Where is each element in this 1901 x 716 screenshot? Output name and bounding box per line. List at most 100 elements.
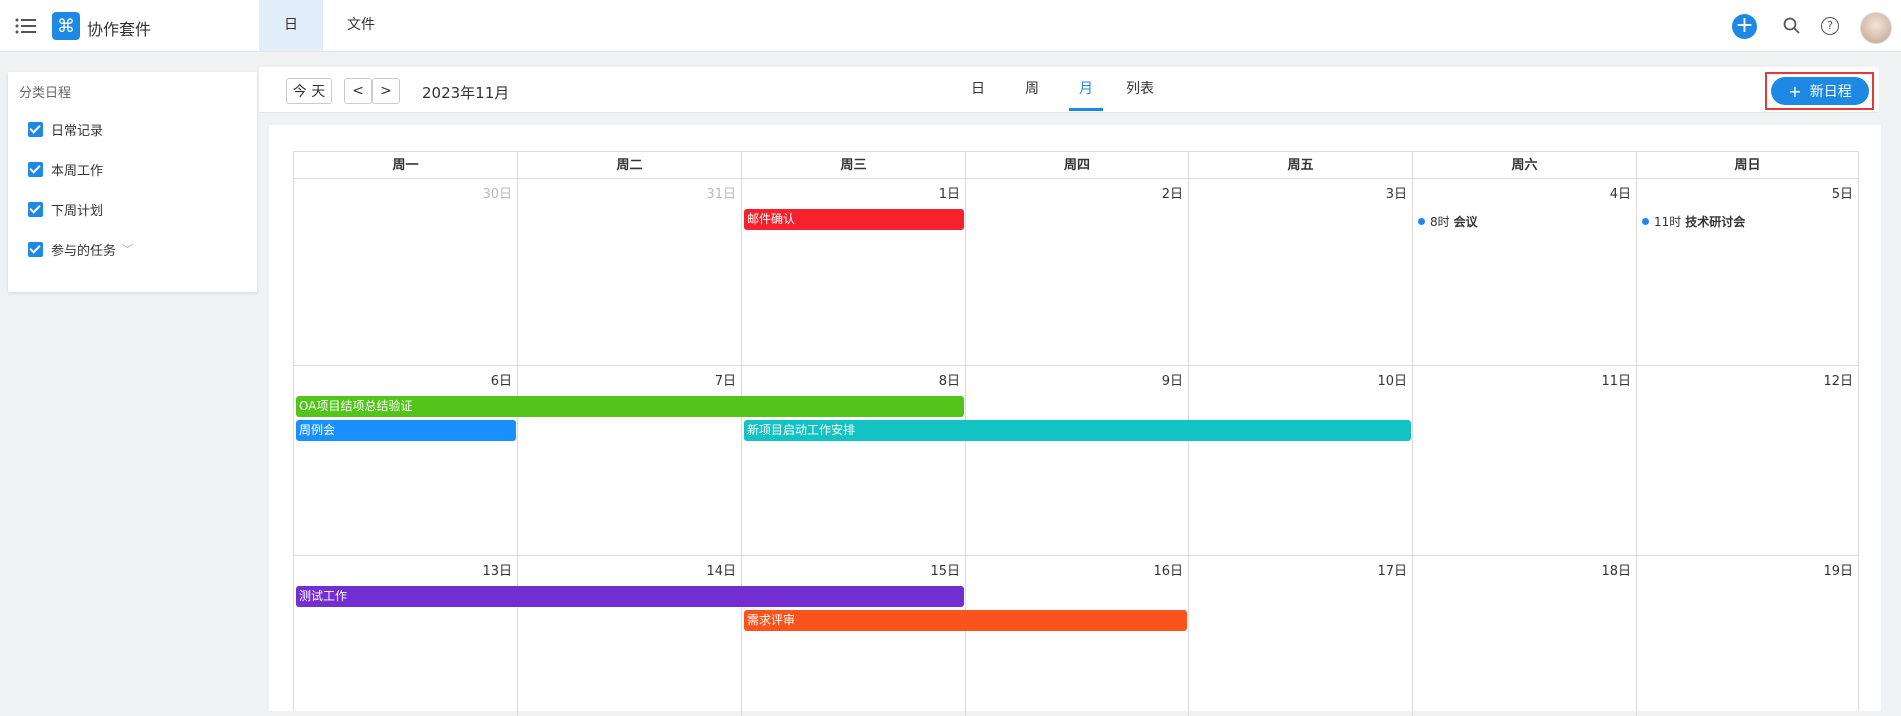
event-bar[interactable]: 周例会 (296, 420, 516, 441)
view-tab-week[interactable]: 周 (1023, 67, 1041, 111)
view-tab-day[interactable]: 日 (969, 67, 987, 111)
day-number: 4日 (1609, 187, 1631, 202)
day-cell[interactable]: 6日 (294, 366, 518, 556)
checkbox-checked[interactable] (28, 201, 43, 217)
day-number: 10日 (1377, 374, 1407, 389)
day-cell[interactable]: 19日 (1637, 556, 1858, 716)
event-time: 11时 (1654, 215, 1682, 229)
day-number: 3日 (1385, 187, 1407, 202)
search-icon[interactable] (1782, 16, 1802, 36)
checkbox-checked[interactable] (28, 161, 43, 177)
plus-icon: + (1788, 81, 1802, 101)
day-cell[interactable]: 13日 (294, 556, 518, 716)
day-number: 5日 (1831, 187, 1853, 202)
day-cell[interactable]: 17日 (1189, 556, 1413, 716)
category-label: 下周计划 (51, 203, 104, 219)
event-title: 会议 (1453, 215, 1478, 229)
day-cell[interactable]: 7日 (518, 366, 742, 556)
weekday-header: 周日 (1637, 152, 1858, 179)
weekday-header: 周一 (294, 152, 518, 179)
day-number: 1日 (938, 187, 960, 202)
day-number: 19日 (1823, 564, 1853, 579)
checkbox-checked[interactable] (28, 121, 43, 137)
day-number: 2日 (1161, 187, 1183, 202)
day-cell[interactable]: 5日 (1637, 179, 1858, 366)
event-bar[interactable]: 测试工作 (296, 586, 964, 607)
day-cell[interactable]: 8日 (742, 366, 966, 556)
day-cell[interactable]: 15日 (742, 556, 966, 716)
event-bar[interactable]: 新项目启动工作安排 (744, 420, 1411, 441)
avatar[interactable] (1860, 12, 1892, 44)
day-cell[interactable]: 14日 (518, 556, 742, 716)
checkbox-checked[interactable] (28, 241, 43, 257)
day-cell[interactable]: 3日 (1189, 179, 1413, 366)
new-event-label: 新日程 (1809, 84, 1852, 100)
view-tab-month[interactable]: 月 (1069, 67, 1103, 111)
tab-schedule[interactable]: 日程 (259, 0, 323, 84)
category-item-daily[interactable]: 日常记录 (28, 118, 103, 140)
day-number: 6日 (490, 374, 512, 389)
calendar-area: 周一 周二 周三 周四 周五 周六 周日 30日 31日 1日 2日 3日 4日… (269, 125, 1881, 716)
event-time: 8时 (1430, 215, 1450, 229)
timed-event[interactable]: 11时 技术研讨会 (1642, 213, 1745, 230)
day-number: 16日 (1153, 564, 1183, 579)
weekday-header: 周五 (1189, 152, 1413, 179)
app-logo-icon: ⌘ (52, 12, 80, 40)
prev-month-button[interactable]: < (344, 78, 372, 104)
chevron-down-icon[interactable]: ﹀ (122, 241, 133, 257)
weekday-header: 周三 (742, 152, 966, 179)
event-bar[interactable]: 需求评审 (744, 610, 1187, 631)
menu-list-icon[interactable] (15, 16, 37, 36)
day-cell[interactable]: 1日 (742, 179, 966, 366)
next-month-button[interactable]: > (372, 78, 400, 104)
event-title: 技术研讨会 (1685, 215, 1746, 229)
day-number: 30日 (482, 187, 512, 202)
event-bar[interactable]: OA项目结项总结验证 (296, 396, 964, 417)
day-number: 31日 (706, 187, 736, 202)
day-cell[interactable]: 31日 (518, 179, 742, 366)
event-dot (1642, 218, 1649, 225)
category-item-tasks[interactable]: 参与的任务 ﹀ (28, 238, 133, 260)
month-grid: 周一 周二 周三 周四 周五 周六 周日 30日 31日 1日 2日 3日 4日… (293, 151, 1859, 716)
day-cell[interactable]: 4日 (1413, 179, 1637, 366)
view-tab-list[interactable]: 列表 (1125, 67, 1155, 111)
new-event-button[interactable]: + 新日程 (1771, 77, 1869, 105)
day-number: 14日 (706, 564, 736, 579)
day-cell[interactable]: 10日 (1189, 366, 1413, 556)
day-cell[interactable]: 16日 (966, 556, 1189, 716)
event-bar[interactable]: 邮件确认 (744, 209, 964, 230)
weekday-header: 周二 (518, 152, 742, 179)
current-month-label: 2023年11月 (422, 84, 510, 102)
category-panel: 分类日程 日常记录 本周工作 下周计划 参与的任务 ﹀ (8, 72, 257, 292)
tab-files[interactable]: 文件 (327, 0, 395, 51)
top-bar: ⌘ 协作套件 日程 文件 + ? (0, 0, 1901, 84)
day-number: 12日 (1823, 374, 1853, 389)
category-item-this-week[interactable]: 本周工作 (28, 158, 103, 180)
event-dot (1418, 218, 1425, 225)
day-number: 17日 (1377, 564, 1407, 579)
day-number: 11日 (1601, 374, 1631, 389)
weekday-header: 周四 (966, 152, 1189, 179)
day-number: 13日 (482, 564, 512, 579)
day-cell[interactable]: 18日 (1413, 556, 1637, 716)
day-cell[interactable]: 12日 (1637, 366, 1858, 556)
category-label: 本周工作 (51, 163, 104, 179)
app-title: 协作套件 (87, 20, 152, 39)
day-cell[interactable]: 11日 (1413, 366, 1637, 556)
calendar-toolbar: 今 天 < > 2023年11月 日 周 月 列表 + 新日程 (259, 67, 1879, 113)
category-item-next-week[interactable]: 下周计划 (28, 198, 103, 220)
day-number: 9日 (1161, 374, 1183, 389)
day-cell[interactable]: 30日 (294, 179, 518, 366)
timed-event[interactable]: 8时 会议 (1418, 213, 1478, 230)
day-number: 7日 (714, 374, 736, 389)
category-label: 日常记录 (51, 123, 104, 139)
day-number: 18日 (1601, 564, 1631, 579)
day-cell[interactable]: 9日 (966, 366, 1189, 556)
day-number: 15日 (930, 564, 960, 579)
today-button[interactable]: 今 天 (286, 78, 332, 104)
help-icon[interactable]: ? (1821, 17, 1839, 35)
category-label: 参与的任务 (51, 243, 117, 259)
weekday-header: 周六 (1413, 152, 1637, 179)
add-icon[interactable]: + (1732, 14, 1757, 39)
day-cell[interactable]: 2日 (966, 179, 1189, 366)
